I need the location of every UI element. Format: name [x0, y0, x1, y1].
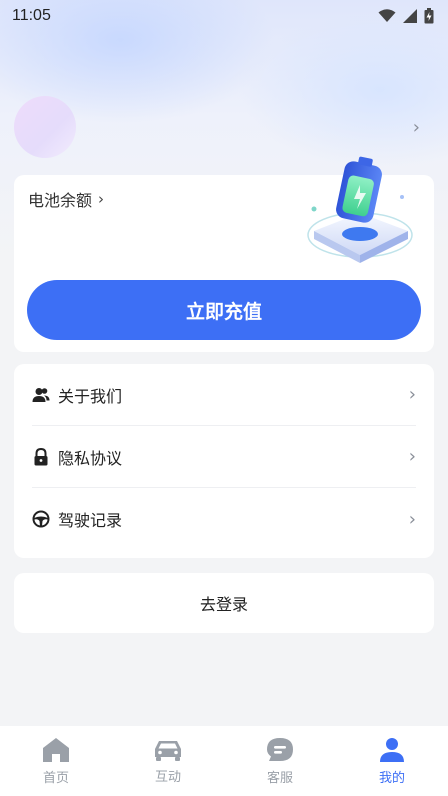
chevron-right-icon: › — [408, 384, 416, 405]
home-icon — [43, 737, 69, 762]
steering-wheel-icon — [32, 510, 50, 528]
menu-card: 关于我们 › 隐私协议 › 驾驶记录 › — [14, 364, 434, 558]
battery-status-icon — [424, 8, 434, 24]
menu-item-privacy-policy[interactable]: 隐私协议 › — [32, 426, 416, 488]
status-icons — [378, 8, 434, 24]
menu-item-driving-records[interactable]: 驾驶记录 › — [32, 488, 416, 550]
battery-balance-link[interactable]: 电池余额 › — [28, 187, 104, 211]
battery-illustration-icon — [307, 156, 413, 263]
chat-icon — [267, 737, 293, 761]
balance-card: 电池余额 › 立即充值 — [14, 156, 434, 352]
tab-label: 互动 — [154, 769, 181, 785]
lock-icon — [34, 447, 48, 465]
tab-home[interactable]: 首页 — [0, 726, 112, 796]
tab-customer-service[interactable]: 客服 — [224, 726, 336, 796]
tab-mine[interactable]: 我的 — [336, 726, 448, 796]
battery-balance-label: 电池余额 — [28, 191, 93, 210]
status-bar: 11:05 — [0, 0, 448, 32]
status-time: 11:05 — [12, 7, 51, 24]
chevron-right-icon: › — [408, 446, 416, 467]
avatar[interactable] — [14, 96, 76, 158]
tab-bar: 首页 互动 客服 我的 — [0, 726, 448, 796]
user-icon — [380, 737, 404, 762]
users-icon — [32, 387, 50, 402]
tab-label: 客服 — [266, 770, 293, 786]
wifi-icon — [378, 9, 396, 22]
tab-label: 首页 — [42, 770, 69, 786]
chevron-right-icon: › — [408, 508, 416, 530]
chevron-right-icon[interactable]: › — [413, 117, 420, 138]
login-button[interactable]: 去登录 — [14, 573, 434, 633]
tab-label: 我的 — [378, 770, 405, 786]
tab-interaction[interactable]: 互动 — [112, 726, 224, 796]
menu-item-label: 关于我们 — [58, 386, 123, 406]
chevron-right-icon: › — [98, 190, 105, 208]
signal-icon — [403, 9, 417, 23]
menu-item-label: 驾驶记录 — [58, 511, 123, 530]
menu-item-about-us[interactable]: 关于我们 › — [32, 364, 416, 426]
menu-item-label: 隐私协议 — [58, 448, 123, 468]
car-icon — [155, 740, 181, 761]
recharge-button[interactable]: 立即充值 — [27, 280, 421, 340]
